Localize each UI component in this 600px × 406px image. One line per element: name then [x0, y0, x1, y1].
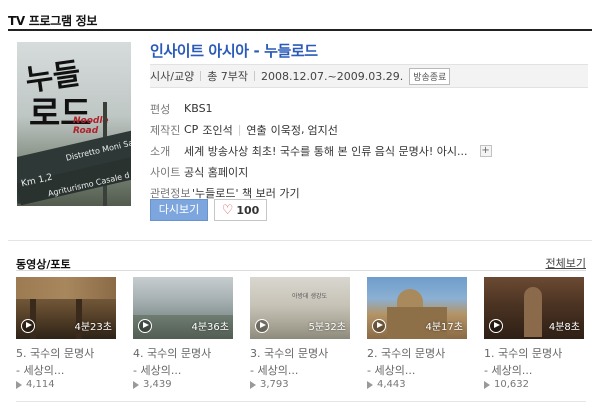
thumb-roof — [16, 277, 116, 299]
intro-text: 세계 방송사상 최초! 국수를 통해 본 인류 음식 문명사! 아시... — [184, 144, 468, 158]
replay-button[interactable]: 다시보기 — [150, 199, 208, 221]
info-row-intro: 소개 세계 방송사상 최초! 국수를 통해 본 인류 음식 문명사! 아시...… — [150, 140, 590, 161]
video-title[interactable]: 4. 국수의 문명사 — [133, 345, 233, 361]
play-icon — [255, 319, 269, 333]
program-poster[interactable]: 누들 로드 Noodle Road Distretto Moni Sa Km 1… — [17, 42, 131, 206]
video-thumbnail[interactable]: 4분23초 — [16, 277, 116, 339]
director-label: 연출 — [246, 123, 267, 137]
video-item[interactable]: 4분17초 2. 국수의 문명사 - 세상의... 4,443 — [367, 277, 467, 390]
official-site-link[interactable]: 공식 홈페이지 — [184, 164, 248, 180]
video-duration: 4분17초 — [425, 322, 464, 333]
video-subtitle[interactable]: - 세상의... — [133, 362, 233, 378]
director-separator: , — [301, 123, 305, 136]
program-title[interactable]: 인사이트 아시아 - 누들로드 — [150, 40, 318, 61]
video-views: 3,439 — [133, 379, 233, 390]
info-label: 편성 — [150, 102, 171, 116]
video-title[interactable]: 2. 국수의 문명사 — [367, 345, 467, 361]
play-count-icon — [250, 380, 256, 389]
program-episodes: 총 7부작 — [207, 70, 249, 83]
content-divider — [8, 240, 592, 241]
video-item[interactable]: 아방데 생강도 5분32초 3. 국수의 문명사 - 세상의... 3,793 — [250, 277, 350, 390]
meta-separator — [254, 71, 256, 81]
play-count-icon — [484, 380, 490, 389]
play-count-icon — [133, 380, 139, 389]
status-badge: 방송종료 — [409, 67, 451, 85]
video-duration: 5분32초 — [308, 322, 347, 333]
bottom-divider — [16, 401, 586, 402]
video-thumbnail[interactable]: 4분8초 — [484, 277, 584, 339]
play-count-icon — [16, 380, 22, 389]
video-section-divider — [16, 270, 586, 271]
play-icon — [138, 319, 152, 333]
video-thumbnail[interactable]: 4분17초 — [367, 277, 467, 339]
video-thumbnail[interactable]: 아방데 생강도 5분32초 — [250, 277, 350, 339]
video-subtitle[interactable]: - 세상의... — [16, 362, 116, 378]
info-separator: | — [237, 123, 242, 136]
video-subtitle[interactable]: - 세상의... — [484, 362, 584, 378]
info-row-site: 사이트 공식 홈페이지 — [150, 161, 590, 182]
view-count: 3,793 — [260, 379, 289, 390]
expand-intro-button[interactable]: + — [479, 144, 492, 157]
play-icon — [489, 319, 503, 333]
video-subtitle[interactable]: - 세상의... — [367, 362, 467, 378]
program-meta: 시사/교양 총 7부작 2008.12.07.~2009.03.29. 방송종료 — [150, 64, 588, 88]
program-genre: 시사/교양 — [150, 70, 195, 83]
video-item[interactable]: 4분36초 4. 국수의 문명사 - 세상의... 3,439 — [133, 277, 233, 390]
view-all-link[interactable]: 전체보기 — [546, 255, 586, 271]
video-item[interactable]: 4분8초 1. 국수의 문명사 - 세상의... 10,632 — [484, 277, 584, 390]
program-info: 편성 KBS1 제작진 CP 조인석 | 연출 이욱정 , 엄지선 소개 세계 … — [150, 98, 590, 203]
meta-separator — [200, 71, 202, 81]
video-duration: 4분36초 — [191, 322, 230, 333]
video-duration: 4분8초 — [548, 322, 580, 333]
video-title[interactable]: 1. 국수의 문명사 — [484, 345, 584, 361]
video-views: 3,793 — [250, 379, 350, 390]
cp-label: CP — [184, 123, 199, 136]
video-title[interactable]: 5. 국수의 문명사 — [16, 345, 116, 361]
video-subtitle[interactable]: - 세상의... — [250, 362, 350, 378]
cp-name: 조인석 — [202, 123, 233, 137]
play-count-icon — [367, 380, 373, 389]
like-button[interactable]: ♡ 100 — [214, 199, 267, 221]
section-divider — [8, 29, 592, 31]
heart-icon: ♡ — [221, 202, 234, 218]
section-title: TV 프로그램 정보 — [8, 14, 98, 28]
video-item[interactable]: 4분23초 5. 국수의 문명사 - 세상의... 4,114 — [16, 277, 116, 390]
thumb-caption: 아방데 생강도 — [292, 293, 328, 300]
video-duration: 4분23초 — [74, 322, 113, 333]
info-row-broadcaster: 편성 KBS1 — [150, 98, 590, 119]
thumb-doorway — [524, 287, 542, 337]
video-views: 4,114 — [16, 379, 116, 390]
video-title[interactable]: 3. 국수의 문명사 — [250, 345, 350, 361]
program-period: 2008.12.07.~2009.03.29. — [261, 69, 404, 83]
info-label: 제작진 — [150, 123, 181, 137]
director-link[interactable]: 이욱정 — [271, 122, 301, 138]
play-icon — [372, 319, 386, 333]
view-count: 4,443 — [377, 379, 406, 390]
view-count: 10,632 — [494, 379, 529, 390]
info-label: 사이트 — [150, 165, 181, 179]
director-name: 엄지선 — [307, 123, 338, 137]
video-thumbnail[interactable]: 4분36초 — [133, 277, 233, 339]
view-count: 4,114 — [26, 379, 55, 390]
info-row-production: 제작진 CP 조인석 | 연출 이욱정 , 엄지선 — [150, 119, 590, 140]
view-count: 3,439 — [143, 379, 172, 390]
info-label: 소개 — [150, 144, 171, 158]
broadcaster-link[interactable]: KBS1 — [184, 102, 213, 115]
video-views: 4,443 — [367, 379, 467, 390]
like-count: 100 — [236, 203, 260, 217]
play-icon — [21, 319, 35, 333]
video-views: 10,632 — [484, 379, 584, 390]
